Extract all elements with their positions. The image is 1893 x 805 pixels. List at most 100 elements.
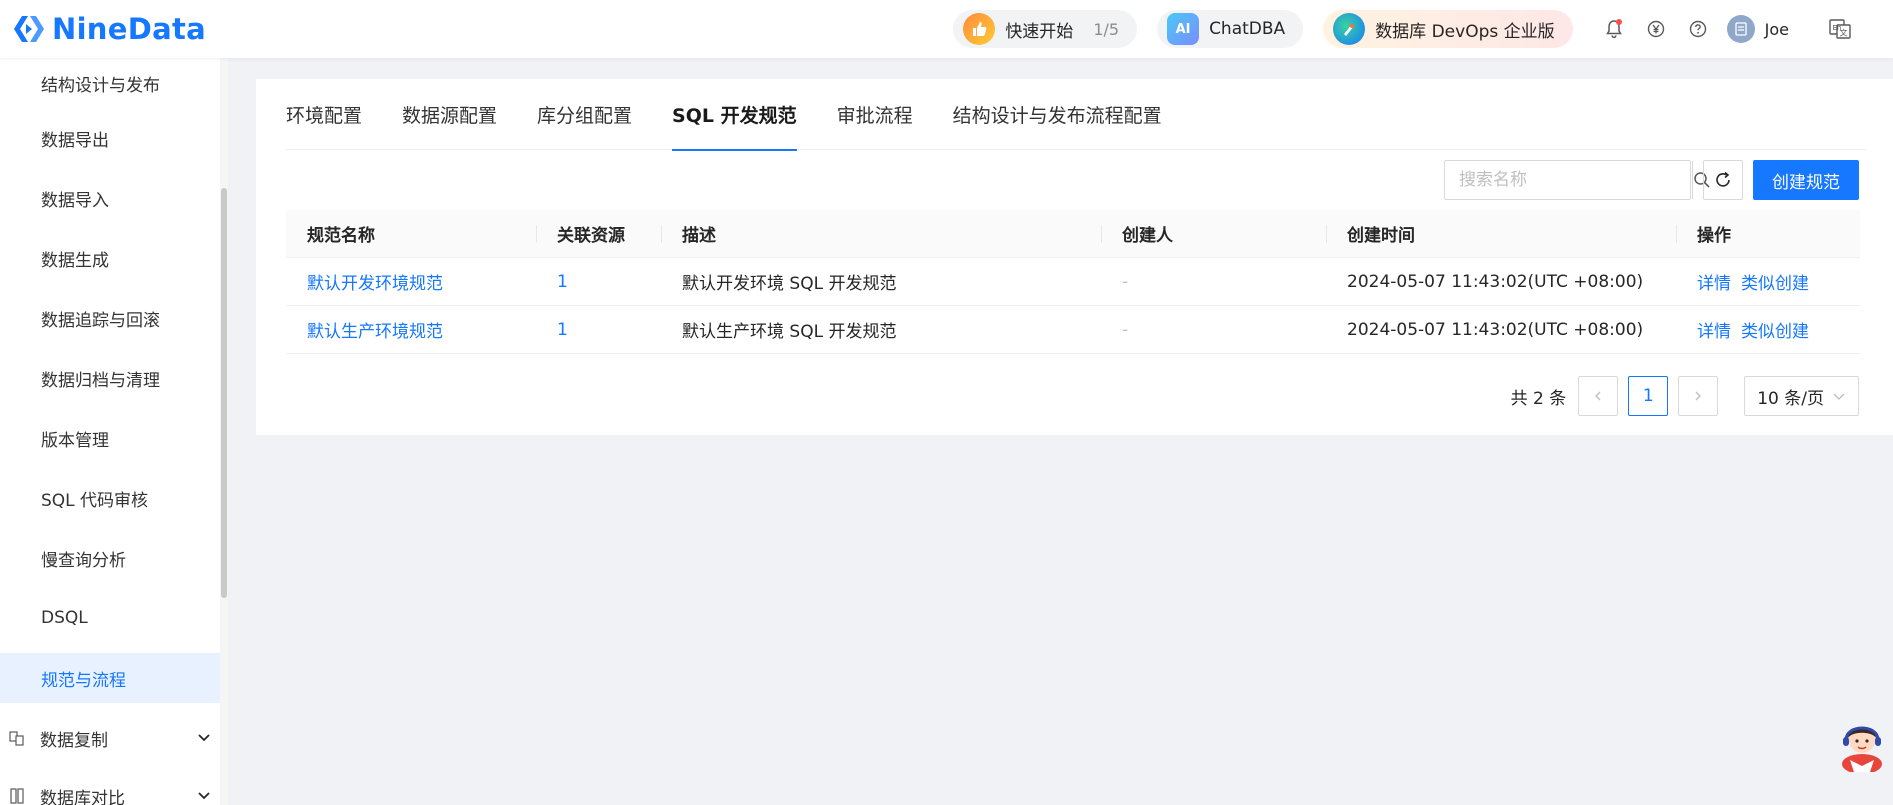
chevron-down-icon [198, 734, 210, 742]
sidebar-item-label: 数据导出 [41, 130, 109, 151]
sidebar-item-data-tracking-rollback[interactable]: 数据追踪与回滚 [0, 293, 228, 343]
ninedata-logo-icon [14, 16, 44, 42]
refresh-button[interactable] [1703, 160, 1743, 200]
sidebar-item-label: SQL 代码审核 [41, 490, 149, 511]
tab-approval-process[interactable]: 审批流程 [837, 79, 913, 150]
chatdba-button[interactable]: AI ChatDBA [1157, 10, 1304, 48]
standard-name-link[interactable]: 默认生产环境规范 [307, 317, 443, 342]
table-header: 规范名称 关联资源 描述 创建人 创建时间 操作 [286, 210, 1860, 258]
yen-icon [1647, 20, 1664, 38]
devops-edition-label: 数据库 DevOps 企业版 [1375, 21, 1555, 42]
chevron-right-icon [1695, 391, 1702, 401]
tab-db-group-config[interactable]: 库分组配置 [537, 79, 632, 150]
page-size-select[interactable]: 10 条/页 [1744, 376, 1859, 416]
top-header: NineData 快速开始 1/5 AI ChatDBA 数据库 DevOps … [0, 0, 1893, 58]
ai-icon: AI [1167, 13, 1200, 45]
column-header-created-at: 创建时间 [1326, 210, 1676, 258]
sidebar-item-schema-design-release[interactable]: 结构设计与发布 [0, 58, 228, 108]
sidebar-group-label: 数据库对比 [40, 788, 125, 805]
creator-text: - [1122, 319, 1129, 340]
svg-text:文: 文 [1840, 28, 1848, 38]
help-icon [1689, 20, 1706, 38]
column-header-actions: 操作 [1676, 210, 1860, 258]
chevron-left-icon [1595, 391, 1601, 401]
quick-start-progress: 1/5 [1093, 19, 1120, 39]
standard-name-link[interactable]: 默认开发环境规范 [307, 269, 443, 294]
sidebar-item-sql-code-review[interactable]: SQL 代码审核 [0, 473, 228, 523]
creator-text: - [1122, 271, 1129, 292]
sidebar-item-standards-process[interactable]: 规范与流程 [0, 653, 228, 703]
search-input[interactable] [1445, 161, 1692, 199]
bell-icon [1605, 19, 1622, 39]
avatar[interactable] [1726, 15, 1755, 43]
sidebar-item-slow-query-analysis[interactable]: 慢查询分析 [0, 533, 228, 583]
customer-support-avatar[interactable] [1836, 716, 1888, 774]
column-header-resources: 关联资源 [536, 210, 661, 258]
prev-page-button[interactable] [1578, 376, 1619, 416]
description-text: 默认生产环境 SQL 开发规范 [682, 322, 897, 342]
devops-edition-button[interactable]: 数据库 DevOps 企业版 [1323, 10, 1573, 48]
sidebar-item-label: 数据生成 [41, 250, 109, 271]
sidebar-item-label: 数据导入 [41, 190, 109, 211]
table-row: 默认开发环境规范 1 默认开发环境 SQL 开发规范 - 2024-05-07 … [286, 258, 1860, 306]
sidebar-item-label: 版本管理 [41, 430, 109, 451]
chatdba-label: ChatDBA [1209, 19, 1286, 39]
language-switch-button[interactable]: En 文 [1825, 14, 1855, 44]
detail-link[interactable]: 详情 [1697, 317, 1731, 342]
language-switch-icon: En 文 [1829, 19, 1851, 39]
clone-create-link[interactable]: 类似创建 [1741, 317, 1809, 342]
notification-button[interactable] [1593, 0, 1635, 58]
page-number-button[interactable]: 1 [1628, 376, 1669, 416]
sidebar-item-label: DSQL [41, 608, 88, 628]
billing-button[interactable] [1635, 0, 1677, 58]
sidebar-item-label: 慢查询分析 [41, 550, 126, 571]
next-page-button[interactable] [1678, 376, 1719, 416]
refresh-icon [1716, 171, 1730, 187]
user-icon [1734, 22, 1747, 36]
sidebar-item-label: 结构设计与发布 [41, 75, 160, 96]
tab-schema-release-process-config[interactable]: 结构设计与发布流程配置 [953, 79, 1162, 150]
sidebar: 结构设计与发布 数据导出 数据导入 数据生成 数据追踪与回滚 数据归档与清理 版… [0, 58, 228, 805]
table-toolbar: 创建规范 [1444, 160, 1859, 200]
table-row: 默认生产环境规范 1 默认生产环境 SQL 开发规范 - 2024-05-07 … [286, 306, 1860, 354]
sidebar-item-dsql[interactable]: DSQL [0, 593, 228, 643]
help-button[interactable] [1677, 0, 1719, 58]
description-text: 默认开发环境 SQL 开发规范 [682, 274, 897, 294]
chevron-down-icon [1833, 393, 1845, 400]
created-at-text: 2024-05-07 11:43:02(UTC +08:00) [1347, 319, 1644, 340]
replication-icon [8, 729, 26, 747]
tab-sql-dev-standards[interactable]: SQL 开发规范 [672, 79, 797, 151]
sidebar-item-version-management[interactable]: 版本管理 [0, 413, 228, 463]
sidebar-item-data-archive-cleanup[interactable]: 数据归档与清理 [0, 353, 228, 403]
sidebar-group-data-replication[interactable]: 数据复制 [0, 713, 228, 763]
thumbs-up-icon [963, 13, 996, 45]
created-at-text: 2024-05-07 11:43:02(UTC +08:00) [1347, 271, 1644, 292]
rocket-globe-icon [1333, 13, 1366, 45]
sidebar-item-data-generation[interactable]: 数据生成 [0, 233, 228, 283]
resources-count-link[interactable]: 1 [557, 272, 568, 292]
tab-datasource-config[interactable]: 数据源配置 [402, 79, 497, 150]
resources-count-link[interactable]: 1 [557, 320, 568, 340]
quick-start-label: 快速开始 [1005, 21, 1074, 42]
tab-environment-config[interactable]: 环境配置 [286, 79, 362, 150]
compare-icon [8, 787, 26, 805]
sidebar-group-label: 数据复制 [40, 730, 108, 751]
support-agent-icon [1842, 726, 1882, 774]
standards-table: 规范名称 关联资源 描述 创建人 创建时间 操作 默认开发环境规范 1 默认开发… [286, 210, 1860, 354]
sidebar-item-label: 数据追踪与回滚 [41, 310, 160, 331]
chevron-down-icon [198, 792, 210, 800]
sidebar-scrollbar-thumb[interactable] [221, 188, 227, 598]
sidebar-item-data-import[interactable]: 数据导入 [0, 173, 228, 223]
logo[interactable]: NineData [12, 12, 206, 46]
quick-start-button[interactable]: 快速开始 1/5 [953, 10, 1138, 48]
clone-create-link[interactable]: 类似创建 [1741, 269, 1809, 294]
sidebar-item-label: 数据归档与清理 [41, 370, 160, 391]
column-header-creator: 创建人 [1101, 210, 1326, 258]
username[interactable]: Joe [1765, 20, 1789, 39]
settings-tabs: 环境配置 数据源配置 库分组配置 SQL 开发规范 审批流程 结构设计与发布流程… [286, 79, 1866, 151]
create-standard-button[interactable]: 创建规范 [1753, 160, 1859, 200]
column-header-name: 规范名称 [307, 226, 375, 246]
sidebar-item-data-export[interactable]: 数据导出 [0, 113, 228, 163]
detail-link[interactable]: 详情 [1697, 269, 1731, 294]
sidebar-group-database-compare[interactable]: 数据库对比 [0, 771, 228, 805]
